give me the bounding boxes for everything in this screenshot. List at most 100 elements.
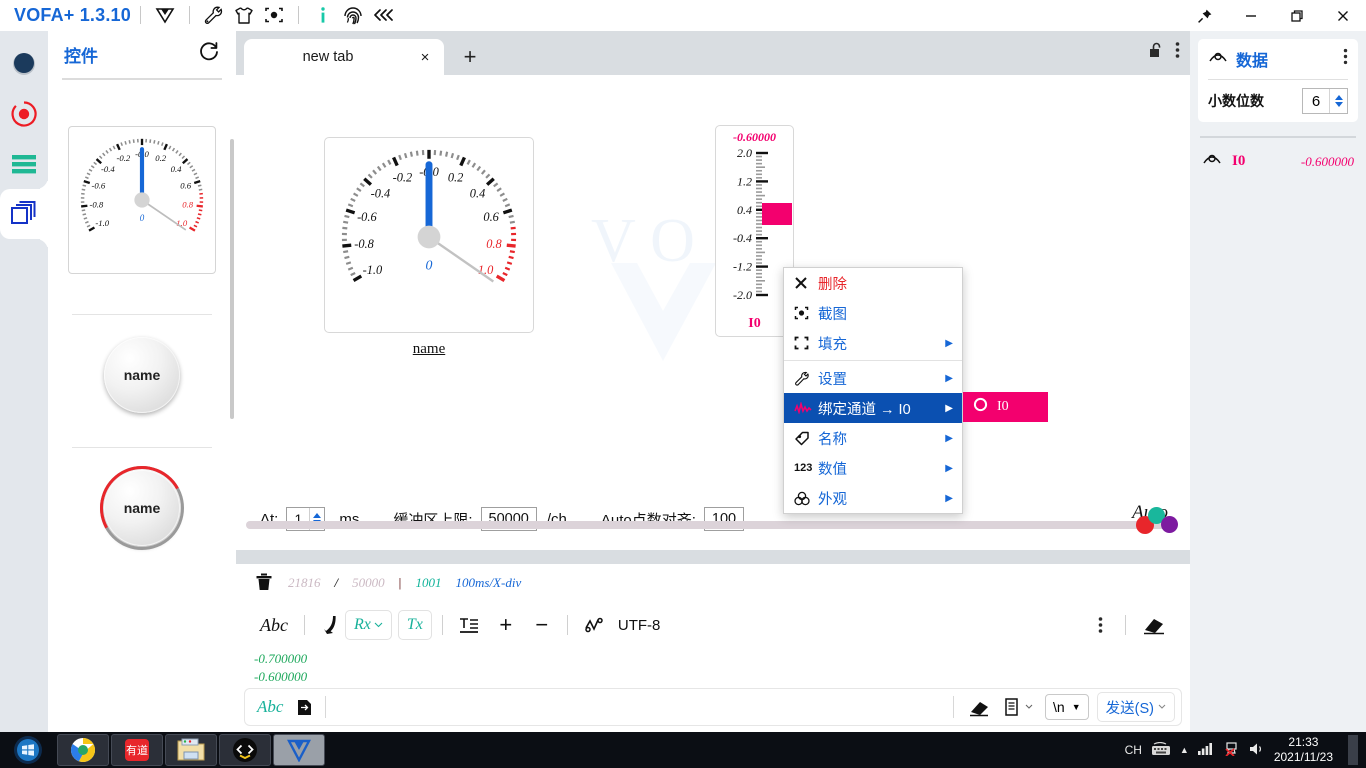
tab-new-tab[interactable]: new tab ×	[244, 39, 444, 75]
waveform-icon[interactable]	[578, 611, 612, 639]
wrench-icon[interactable]	[199, 2, 229, 28]
decimals-stepper-arrows[interactable]	[1329, 89, 1347, 113]
show-desktop-button[interactable]	[1348, 735, 1358, 765]
connection-status-icon[interactable]	[0, 39, 48, 89]
stepper-up-icon[interactable]	[1334, 95, 1343, 100]
record-icon[interactable]	[0, 89, 48, 139]
info-icon[interactable]	[308, 2, 338, 28]
decimals-stepper[interactable]: 6	[1302, 88, 1348, 114]
taskbar-app-file-explorer-icon[interactable]	[165, 734, 217, 766]
terminal-more-icon[interactable]	[1085, 611, 1115, 639]
unlock-icon[interactable]	[1147, 41, 1165, 59]
palette-item-knob[interactable]: name	[48, 456, 236, 560]
decrease-font-button[interactable]: −	[527, 611, 557, 639]
terminal-log: -0.700000 -0.600000	[236, 648, 1190, 688]
plot-scrollbar[interactable]	[246, 521, 1174, 529]
font-button[interactable]: Abc	[254, 611, 294, 639]
data-panel-more-icon[interactable]	[1343, 48, 1348, 70]
refresh-icon[interactable]	[198, 41, 220, 68]
status-divider: |	[398, 575, 402, 590]
send-input[interactable]	[332, 692, 946, 722]
send-font-button[interactable]: Abc	[251, 693, 289, 721]
increase-font-button[interactable]: +	[491, 611, 521, 639]
add-tab-button[interactable]: +	[456, 43, 484, 71]
svg-text:0: 0	[140, 213, 145, 223]
context-menu-item-fill[interactable]: 填充 ▶	[784, 328, 962, 358]
button-widget-preview[interactable]: name	[104, 337, 180, 413]
context-menu-item-bind-channel[interactable]: 绑定通道 → I0 ▶	[784, 393, 962, 423]
pin-icon[interactable]	[1182, 0, 1228, 31]
tx-mode-button[interactable]: Tx	[397, 610, 432, 640]
app-title: VOFA+ 1.3.10	[14, 4, 131, 25]
divider	[139, 6, 141, 24]
widgets-icon[interactable]	[0, 177, 48, 251]
stepper-up-icon[interactable]	[313, 513, 322, 518]
context-menu-item-label: 外观	[818, 491, 847, 508]
palette-item-gauge[interactable]: -1.0-0.8-0.6-0.4-0.2-0.00.20.40.60.81.0 …	[48, 126, 236, 274]
taskbar-app-vscode-alt-icon[interactable]	[219, 734, 271, 766]
tab-close-icon[interactable]: ×	[412, 44, 438, 70]
channel-visibility-icon[interactable]	[1202, 152, 1222, 171]
minimize-icon[interactable]	[1228, 0, 1274, 31]
svg-text:0: 0	[426, 258, 433, 273]
kebab-menu-icon[interactable]	[1175, 41, 1180, 59]
network-error-icon[interactable]	[1223, 741, 1240, 759]
knob-widget-preview[interactable]: name	[90, 456, 194, 560]
context-menu-item-value[interactable]: 123 数值 ▶	[784, 453, 962, 483]
context-menu-item-name[interactable]: 名称 ▶	[784, 423, 962, 453]
ime-indicator[interactable]: CH	[1125, 743, 1142, 757]
log-line: -0.700000	[254, 651, 308, 666]
trash-icon[interactable]	[254, 571, 274, 596]
newline-dropdown[interactable]: \n ▼	[1045, 694, 1089, 720]
svg-text:0.8: 0.8	[486, 237, 502, 251]
file-icon[interactable]	[996, 693, 1039, 721]
plot-canvas[interactable]: V O -1.0-0.8-0.6-0.4-0.2-0.00.20.40.60.8…	[236, 75, 1190, 488]
taskbar-app-vofa-icon[interactable]	[273, 734, 325, 766]
context-menu-item-appearance[interactable]: 外观 ▶	[784, 483, 962, 513]
serial-port-icon[interactable]	[315, 611, 345, 639]
visibility-icon[interactable]	[1208, 50, 1228, 69]
context-submenu-channel-i0[interactable]: I0	[963, 392, 1048, 422]
taskbar-app-youdao-icon[interactable]: 有道	[111, 734, 163, 766]
wrap-arrow-icon[interactable]	[289, 693, 319, 721]
scroll-handle-purple[interactable]	[1161, 516, 1178, 533]
fingerprint-icon[interactable]	[338, 2, 368, 28]
encoding-label[interactable]: UTF-8	[612, 611, 667, 639]
send-button[interactable]: 发送(S)	[1096, 692, 1175, 722]
data-panel-card: 数据 小数位数 6	[1198, 39, 1358, 122]
svg-text:0.4: 0.4	[470, 186, 485, 200]
gauge-widget[interactable]: -1.0-0.8-0.6-0.4-0.2-0.00.20.40.60.81.0 …	[324, 137, 534, 358]
clock-time: 21:33	[1288, 735, 1319, 749]
divider	[72, 447, 212, 448]
context-menu-item-screenshot[interactable]: 截图	[784, 298, 962, 328]
send-eraser-icon[interactable]	[962, 693, 996, 721]
svg-text:-0.8: -0.8	[354, 237, 374, 251]
windows-start-icon[interactable]	[1, 734, 55, 766]
channel-row-i0[interactable]: I0 -0.600000	[1198, 152, 1358, 171]
context-menu-item-delete[interactable]: 删除	[784, 268, 962, 298]
show-hidden-icon[interactable]: ▲	[1180, 745, 1189, 755]
keyboard-icon[interactable]	[1151, 741, 1171, 759]
palette-scrollbar[interactable]	[230, 139, 234, 419]
context-submenu-item-label: I0	[997, 399, 1009, 414]
palette-item-button[interactable]: name	[48, 337, 236, 413]
taskbar-app-chrome-icon[interactable]	[57, 734, 109, 766]
text-format-icon[interactable]	[453, 611, 485, 639]
rx-mode-dropdown[interactable]: Rx	[344, 610, 392, 640]
vofa-logo-icon[interactable]	[150, 2, 180, 28]
eraser-icon[interactable]	[1136, 611, 1172, 639]
context-menu-item-settings[interactable]: 设置 ▶	[784, 363, 962, 393]
max-points: 50000	[352, 575, 385, 590]
close-icon[interactable]	[1320, 0, 1366, 31]
taskbar-clock[interactable]: 21:33 2021/11/23	[1274, 735, 1333, 765]
divider	[297, 6, 299, 24]
stepper-down-icon[interactable]	[1334, 102, 1343, 107]
shirt-icon[interactable]	[229, 2, 259, 28]
appearance-icon	[794, 491, 818, 506]
network-icon[interactable]	[1197, 742, 1214, 758]
main-window: new tab × + V O -1.0 -0.8 -0.6 -0.4 -0.2…	[236, 31, 1190, 732]
volume-icon[interactable]	[1249, 742, 1265, 759]
target-icon[interactable]	[259, 2, 289, 28]
collapse-left-icon[interactable]	[368, 2, 398, 28]
maximize-icon[interactable]	[1274, 0, 1320, 31]
